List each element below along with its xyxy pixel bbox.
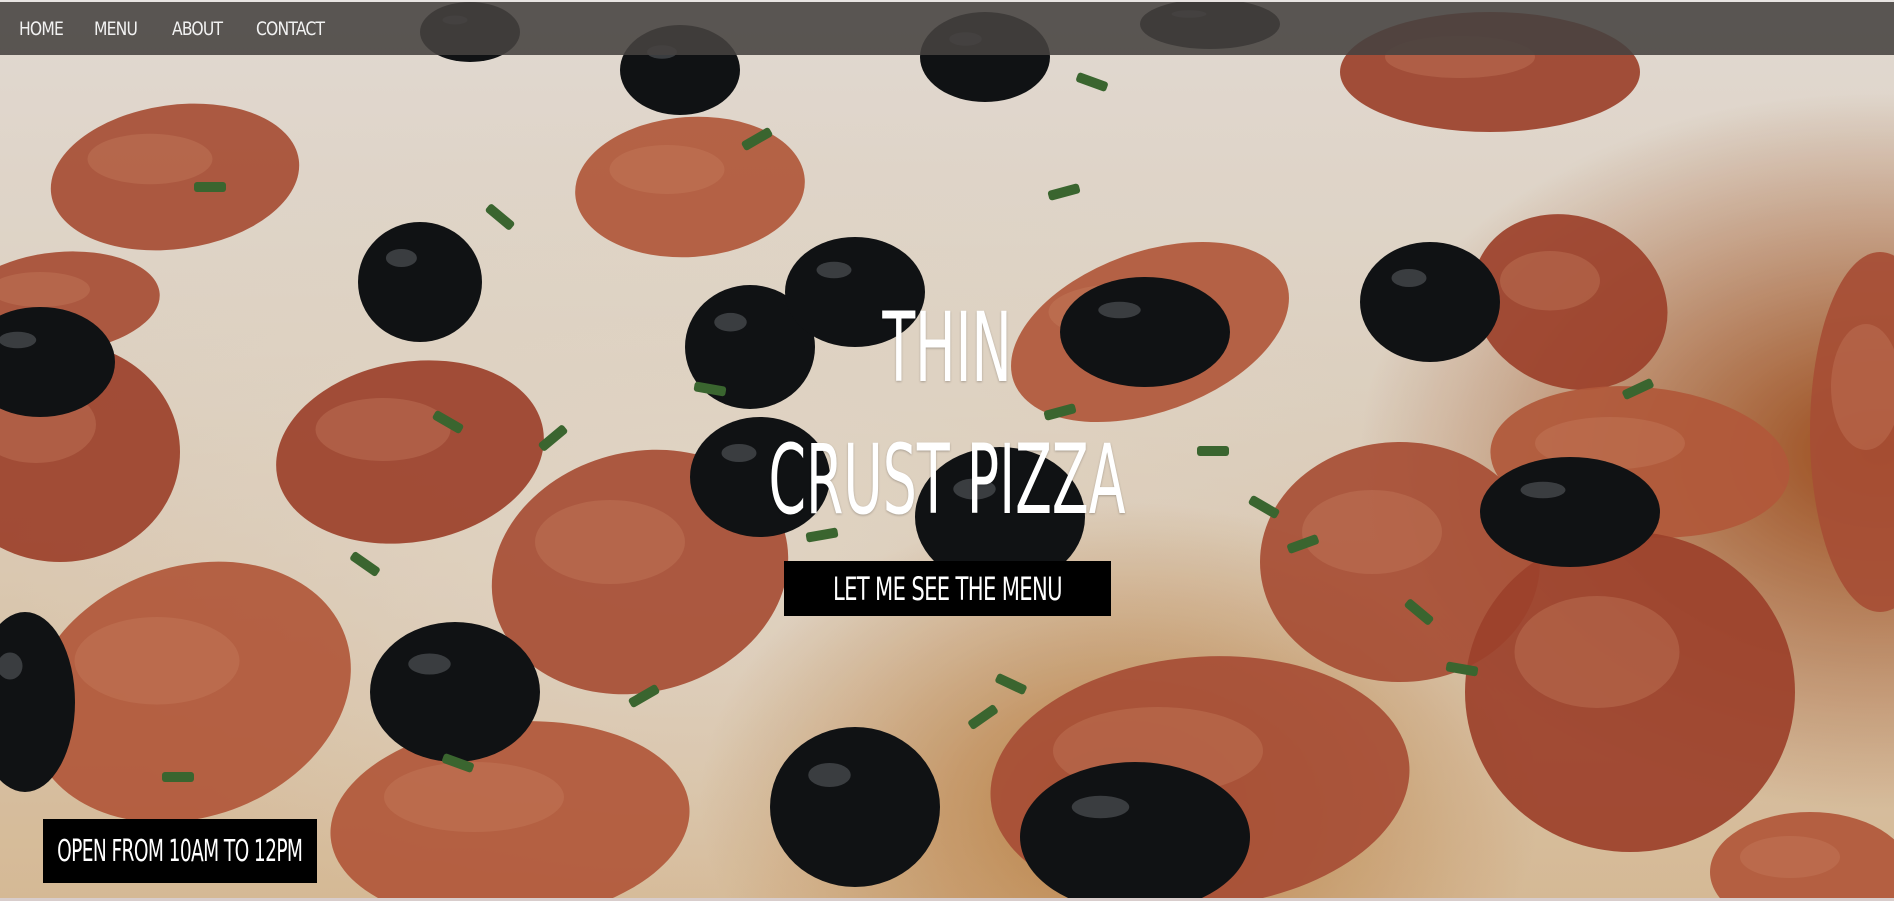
top-navbar: Home Menu About Contact bbox=[0, 2, 1894, 55]
hero-title-line-2: Crust Pizza bbox=[0, 432, 1894, 528]
see-menu-button[interactable]: Let me see the menu bbox=[784, 561, 1111, 616]
opening-hours-badge: Open from 10am to 12pm bbox=[43, 819, 317, 883]
hero-title-line-1: Thin bbox=[0, 300, 1894, 396]
nav-link-menu[interactable]: Menu bbox=[94, 18, 138, 40]
nav-link-about[interactable]: About bbox=[172, 18, 223, 40]
opening-hours-text: Open from 10am to 12pm bbox=[57, 833, 303, 869]
hero-title-line-1-text: Thin bbox=[882, 292, 1012, 404]
nav-link-contact[interactable]: Contact bbox=[256, 18, 325, 40]
nav-link-home[interactable]: Home bbox=[19, 18, 64, 40]
hero-title-line-2-text: Crust Pizza bbox=[768, 424, 1126, 536]
see-menu-button-label: Let me see the menu bbox=[833, 569, 1063, 608]
